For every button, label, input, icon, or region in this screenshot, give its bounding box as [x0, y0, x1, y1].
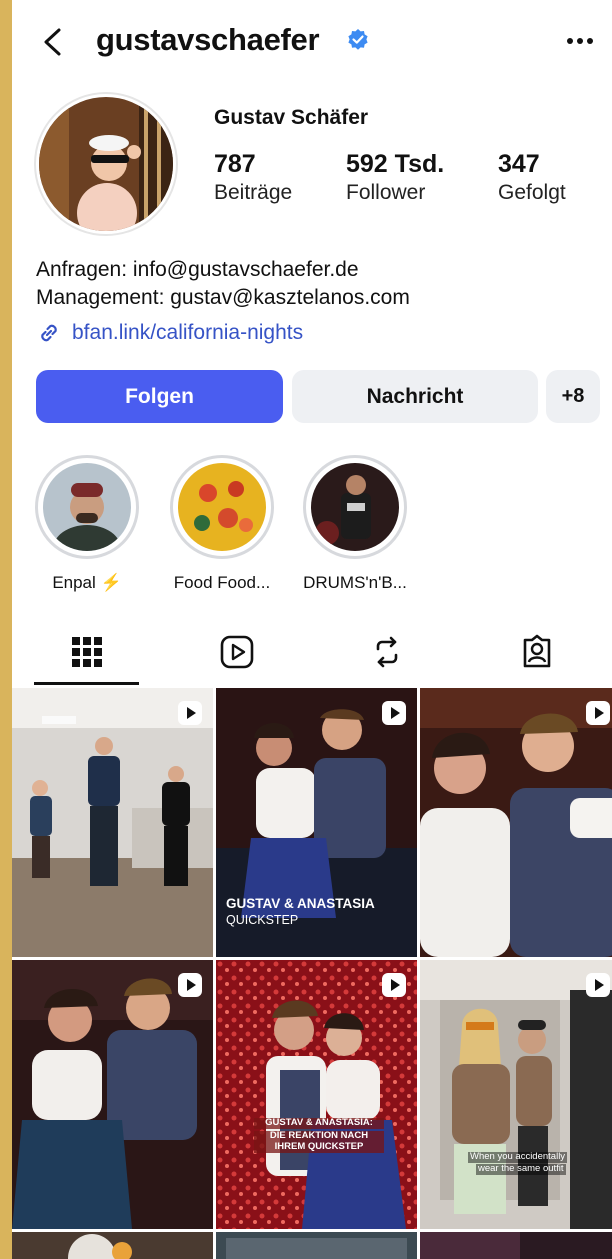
back-arrow-icon[interactable]	[34, 22, 74, 62]
bio-line-1: Anfragen: info@gustavschaefer.de	[36, 258, 359, 281]
stat-followers[interactable]: 592 Tsd. Follower	[346, 150, 444, 205]
active-tab-indicator	[34, 682, 139, 685]
tab-tagged[interactable]	[462, 620, 612, 684]
reel-badge-icon	[382, 701, 406, 725]
post-tile-4[interactable]	[12, 960, 213, 1229]
profile-header: gustavschaefer	[12, 0, 612, 84]
post-tile-2[interactable]: GUSTAV & ANASTASIA QUICKSTEP	[216, 688, 417, 957]
tagged-icon	[523, 634, 551, 668]
profile-link[interactable]: bfan.link/california-nights	[36, 320, 303, 346]
highlight-enpal[interactable]: Enpal ⚡	[32, 455, 142, 593]
post-tile-8[interactable]	[216, 1232, 417, 1259]
stat-posts-value: 787	[214, 150, 256, 178]
profile-link-text: bfan.link/california-nights	[72, 321, 304, 344]
post-tile-6[interactable]: When you accidentally wear the same outf…	[420, 960, 612, 1229]
highlight-ring	[303, 455, 407, 559]
post-tile-9[interactable]	[420, 1232, 612, 1259]
stat-posts[interactable]: 787 Beiträge	[214, 150, 292, 205]
more-options-icon[interactable]	[560, 26, 600, 56]
highlight-cover-enpal	[43, 463, 131, 551]
highlight-cover-drums	[311, 463, 399, 551]
stat-followers-label: Follower	[346, 181, 426, 204]
reel-badge-icon	[178, 701, 202, 725]
post-overlay-title: GUSTAV & ANASTASIA	[226, 896, 375, 911]
highlight-cover-food	[178, 463, 266, 551]
reels-icon	[220, 635, 254, 669]
highlight-drums[interactable]: DRUMS'n'B...	[300, 455, 410, 593]
highlight-label-food: Food Food...	[173, 573, 271, 592]
post-overlay-title: When you accidentally	[468, 1151, 568, 1163]
post-tile-5[interactable]: GUSTAV & ANASTASIA: DIE REAKTION NACH IH…	[216, 960, 417, 1229]
post-tile-3[interactable]	[420, 688, 612, 957]
suggest-people-button[interactable]: +8	[546, 370, 600, 423]
reel-badge-icon	[586, 701, 610, 725]
stat-following-label: Gefolgt	[498, 181, 566, 204]
grid-icon	[72, 637, 102, 667]
profile-username: gustavschaefer	[96, 22, 320, 57]
post-overlay-title: GUSTAV & ANASTASIA:	[254, 1117, 384, 1129]
highlight-ring	[170, 455, 274, 559]
bio-line-2: Management: gustav@kasztelanos.com	[36, 286, 410, 309]
tab-reels[interactable]	[162, 620, 312, 684]
instagram-profile-screen: gustavschaefer Gustav Schäfer 787 Beiträ…	[12, 0, 612, 1259]
profile-display-name: Gustav Schäfer	[214, 106, 369, 129]
highlight-food[interactable]: Food Food...	[167, 455, 277, 593]
link-icon	[41, 324, 57, 342]
highlight-label-enpal: Enpal ⚡	[52, 573, 122, 592]
post-tile-7[interactable]	[12, 1232, 213, 1259]
tab-reposts[interactable]	[312, 620, 462, 684]
add-person-icon: +8	[561, 385, 585, 407]
tab-posts-grid[interactable]	[12, 620, 162, 684]
stat-following-value: 347	[498, 150, 540, 178]
reel-badge-icon	[178, 973, 202, 997]
stat-following[interactable]: 347 Gefolgt	[498, 150, 566, 205]
verified-badge-icon	[348, 29, 368, 50]
post-overlay-subtitle: DIE REAKTION NACH IHREM QUICKSTEP	[254, 1130, 384, 1153]
highlight-ring	[35, 455, 139, 559]
post-tile-1[interactable]	[12, 688, 213, 957]
post-overlay-subtitle: QUICKSTEP	[226, 913, 299, 927]
reposts-icon	[376, 636, 398, 668]
stat-followers-value: 592 Tsd.	[346, 150, 445, 178]
stat-posts-label: Beiträge	[214, 181, 293, 204]
reel-badge-icon	[586, 973, 610, 997]
highlight-label-drums: DRUMS'n'B...	[303, 573, 407, 592]
message-button[interactable]: Nachricht	[292, 370, 538, 423]
reel-badge-icon	[382, 973, 406, 997]
follow-button[interactable]: Folgen	[36, 370, 283, 423]
profile-avatar[interactable]	[39, 97, 173, 231]
post-overlay-subtitle: wear the same outfit	[476, 1163, 566, 1175]
